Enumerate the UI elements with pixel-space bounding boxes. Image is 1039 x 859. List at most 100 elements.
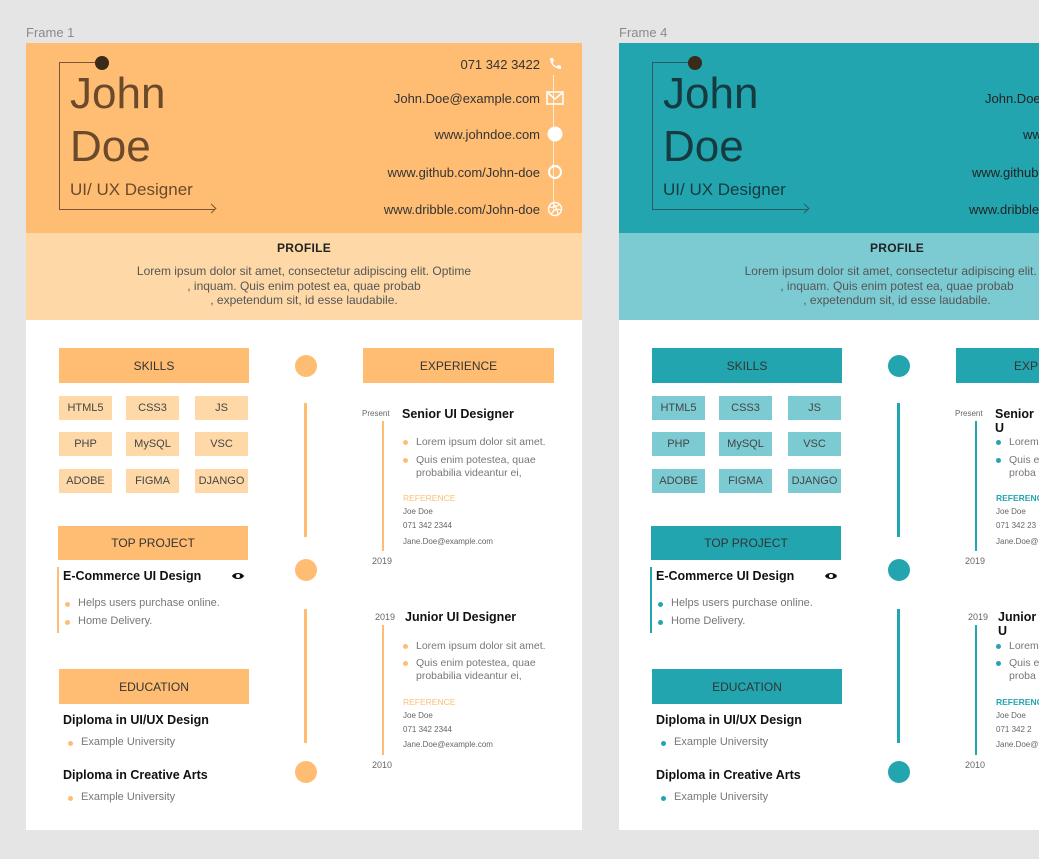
project-bullet: Home Delivery. <box>64 615 153 627</box>
timeline-line <box>304 403 307 537</box>
eye-icon[interactable] <box>824 569 838 584</box>
job-duration-line <box>382 421 384 551</box>
skill-tag: DJANGO <box>195 469 248 493</box>
reference-name: Joe Doe <box>403 711 433 720</box>
contact-phone[interactable]: 071 342 3422 <box>460 55 564 73</box>
decor-bracket <box>652 62 653 210</box>
job-duration-line <box>382 625 384 755</box>
skill-tag: CSS3 <box>719 396 772 420</box>
resume-frame-1: John Doe UI/ UX Designer 071 342 3422 Jo… <box>26 43 582 830</box>
timeline-line <box>897 609 900 743</box>
skill-tag: CSS3 <box>126 396 179 420</box>
reference-name: Joe Doe <box>996 711 1026 720</box>
frame-4-label: Frame 4 <box>619 25 668 40</box>
reference-email[interactable]: Jane.Doe@ <box>996 740 1038 749</box>
contact-email[interactable]: John.Doe@example.com <box>394 89 564 107</box>
contact-text: www.johndoe.com <box>434 126 541 142</box>
reference-email[interactable]: Jane.Doe@ <box>996 537 1038 546</box>
education-degree: Diploma in Creative Arts <box>63 768 208 782</box>
contact-github[interactable]: www.github.com/John-doe <box>388 163 564 181</box>
job-duration-line <box>975 625 977 755</box>
contact-text: John.Doe@example.com <box>393 90 540 106</box>
reference-phone: 071 342 2344 <box>403 521 452 530</box>
skill-tag: JS <box>788 396 841 420</box>
frame-1-label: Frame 1 <box>26 25 75 40</box>
education-header: EDUCATION <box>59 669 249 704</box>
job-start-date: Present <box>362 409 390 418</box>
skill-tag: DJANGO <box>788 469 841 493</box>
skill-tag: ADOBE <box>652 469 705 493</box>
eye-icon[interactable] <box>231 569 245 584</box>
job-end-date: 2010 <box>372 760 393 770</box>
education-degree: Diploma in UI/UX Design <box>656 713 802 727</box>
skill-tag: MySQL <box>126 432 179 456</box>
contact-website[interactable]: ww <box>1023 127 1039 142</box>
education-school: Example University <box>660 791 769 803</box>
contact-dribbble[interactable]: www.dribble <box>969 202 1039 217</box>
contact-text: www.dribble.com/John-doe <box>383 201 540 217</box>
profile-text: Lorem ipsum dolor sit amet, consectetur … <box>744 264 1037 307</box>
timeline-node <box>295 559 317 581</box>
mail-icon <box>546 89 564 107</box>
last-name: Doe <box>663 122 744 171</box>
skill-tag: JS <box>195 396 248 420</box>
job-title: Senior U <box>995 407 1034 435</box>
top-project-header: TOP PROJECT <box>58 526 248 560</box>
job-start-date: 2019 <box>968 612 989 622</box>
job-title: Junior UI Designer <box>405 610 517 624</box>
reference-name: Joe Doe <box>403 507 433 516</box>
timeline-node <box>888 355 910 377</box>
globe-icon <box>546 125 564 143</box>
profile-title: PROFILE <box>869 241 925 255</box>
project-accent-bar <box>57 567 59 633</box>
job-start-date: Present <box>955 409 983 418</box>
timeline-node <box>295 761 317 783</box>
job-bullet: Lorem <box>996 436 1039 449</box>
reference-label: REFERENCE <box>403 493 456 503</box>
profile-section: PROFILE Lorem ipsum dolor sit amet, cons… <box>26 233 582 320</box>
reference-email[interactable]: Jane.Doe@example.com <box>403 740 493 749</box>
job-end-date: 2019 <box>372 556 393 566</box>
last-name: Doe <box>70 122 151 171</box>
profile-text: Lorem ipsum dolor sit amet, consectetur … <box>136 264 472 307</box>
arrow-icon <box>799 203 810 214</box>
reference-phone: 071 342 2344 <box>403 725 452 734</box>
profile-title: PROFILE <box>276 241 332 255</box>
decor-bracket-bottom <box>652 209 808 210</box>
project-title: E-Commerce UI Design <box>63 569 202 583</box>
job-end-date: 2010 <box>965 760 986 770</box>
reference-label: REFERENC <box>996 697 1039 707</box>
resume-header: John Doe UI/ UX Designer John.Doe ww www… <box>619 43 1039 233</box>
skills-header: SKILLS <box>59 348 249 383</box>
skill-tag: PHP <box>59 432 112 456</box>
skill-tag: FIGMA <box>719 469 772 493</box>
arrow-icon <box>206 203 217 214</box>
contact-email[interactable]: John.Doe <box>985 91 1039 106</box>
resume-header: John Doe UI/ UX Designer 071 342 3422 Jo… <box>26 43 582 233</box>
timeline-node <box>295 355 317 377</box>
top-project-header: TOP PROJECT <box>651 526 841 560</box>
job-bullet: Lorem ipsum dolor sit amet. <box>403 436 576 449</box>
project-accent-bar <box>650 567 652 633</box>
contact-dribbble[interactable]: www.dribble.com/John-doe <box>384 200 564 218</box>
education-school: Example University <box>67 736 176 748</box>
skill-tag: PHP <box>652 432 705 456</box>
contact-text: 071 342 3422 <box>460 56 540 72</box>
skill-tag: ADOBE <box>59 469 112 493</box>
timeline-node <box>888 761 910 783</box>
skill-tag: FIGMA <box>126 469 179 493</box>
education-school: Example University <box>660 736 769 748</box>
job-role: UI/ UX Designer <box>70 180 193 199</box>
reference-email[interactable]: Jane.Doe@example.com <box>403 537 493 546</box>
contact-website[interactable]: www.johndoe.com <box>435 125 565 143</box>
skill-tag: HTML5 <box>652 396 705 420</box>
education-degree: Diploma in UI/UX Design <box>63 713 209 727</box>
decor-dot <box>688 56 702 70</box>
project-title: E-Commerce UI Design <box>656 569 795 583</box>
timeline-line <box>897 403 900 537</box>
contact-github[interactable]: www.github <box>972 165 1038 180</box>
skill-tag: VSC <box>788 432 841 456</box>
job-bullet: Quis enim potestea, quae probabilia vide… <box>403 454 576 480</box>
education-header: EDUCATION <box>652 669 842 704</box>
reference-label: REFERENC <box>996 493 1039 503</box>
